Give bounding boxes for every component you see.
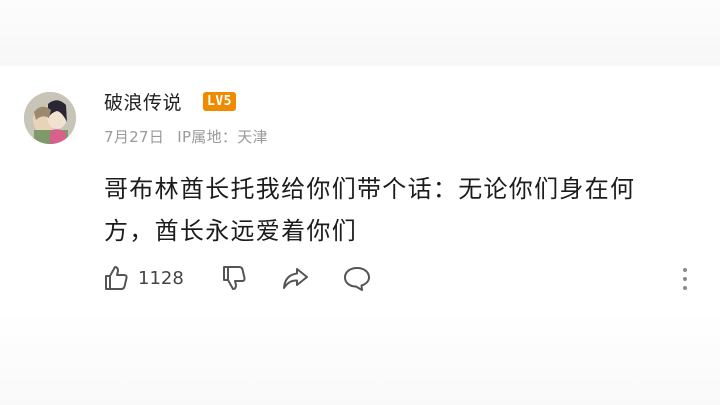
avatar-image [24,92,76,144]
comment-actions: 1128 [100,262,372,294]
like-count: 1128 [138,267,184,289]
thumbs-up-icon [105,266,128,290]
comment-meta: 7月27日 IP属地：天津 [104,126,276,147]
comment-card: 破浪传说 LV5 7月27日 IP属地：天津 哥布林酋长托我给你们带个话：无论你… [0,66,720,326]
share-icon [282,268,308,289]
page: 破浪传说 LV5 7月27日 IP属地：天津 哥布林酋长托我给你们带个话：无论你… [0,0,720,405]
bottom-background [0,310,720,405]
comment-text: 哥布林酋长托我给你们带个话：无论你们身在何方，酋长永远爱着你们 [104,175,636,245]
share-button[interactable] [280,263,310,293]
comment-date: 7月27日 [104,128,165,146]
avatar[interactable] [24,92,76,144]
dislike-button[interactable] [218,263,248,293]
comment-icon [343,267,370,291]
top-background [0,0,720,66]
level-badge: LV5 [203,92,236,111]
thumbs-down-icon [222,266,246,290]
like-button[interactable]: 1128 [100,263,184,293]
reply-button[interactable] [342,263,372,293]
ip-location: IP属地：天津 [177,128,268,146]
username[interactable]: 破浪传说 [104,88,182,115]
more-options-button[interactable] [678,264,692,294]
more-icon [683,268,687,290]
